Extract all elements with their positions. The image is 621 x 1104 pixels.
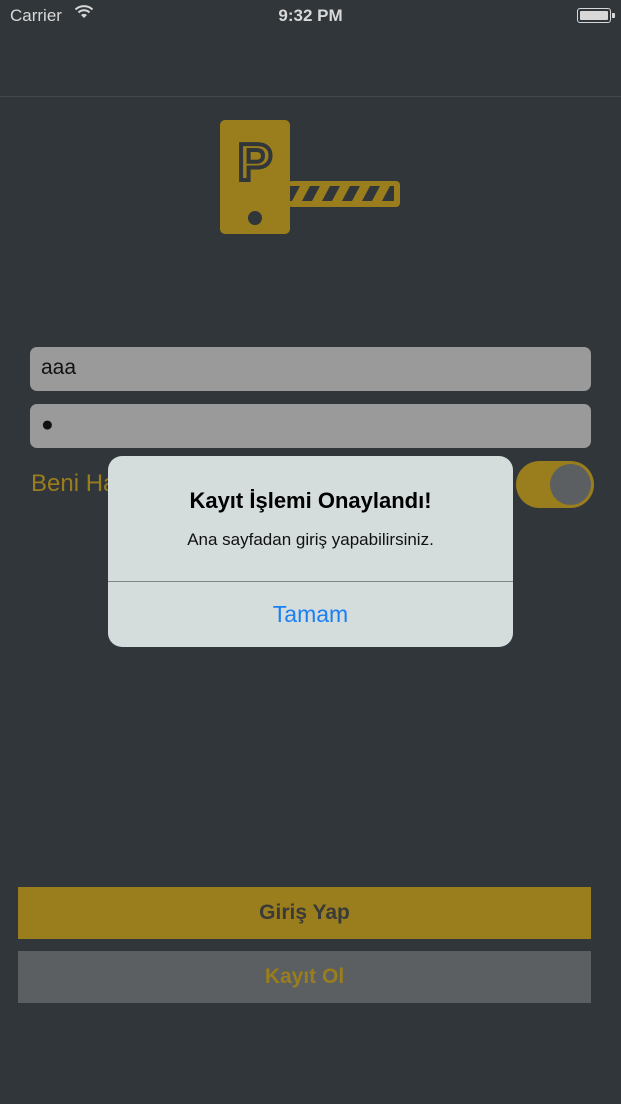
- toggle-knob: [550, 464, 591, 505]
- register-button[interactable]: Kayıt Ol: [18, 951, 591, 1003]
- alert-ok-button[interactable]: Tamam: [108, 582, 513, 647]
- remember-me-label: Beni Ha: [31, 470, 117, 497]
- password-input[interactable]: ●: [30, 404, 591, 448]
- status-bar: Carrier 9:32 PM: [0, 0, 621, 34]
- logo-letter: P: [238, 134, 273, 192]
- remember-me-toggle[interactable]: [516, 461, 594, 508]
- nav-divider: [0, 96, 621, 97]
- battery-icon: [577, 8, 615, 23]
- parking-barrier-logo: P: [220, 120, 400, 234]
- alert-dialog: Kayıt İşlemi Onaylandı! Ana sayfadan gir…: [108, 456, 513, 647]
- login-button[interactable]: Giriş Yap: [18, 887, 591, 939]
- alert-title: Kayıt İşlemi Onaylandı!: [189, 488, 432, 513]
- username-input[interactable]: aaa: [30, 347, 591, 391]
- alert-message: Ana sayfadan giriş yapabilirsiniz.: [187, 530, 434, 549]
- status-time: 9:32 PM: [278, 6, 343, 25]
